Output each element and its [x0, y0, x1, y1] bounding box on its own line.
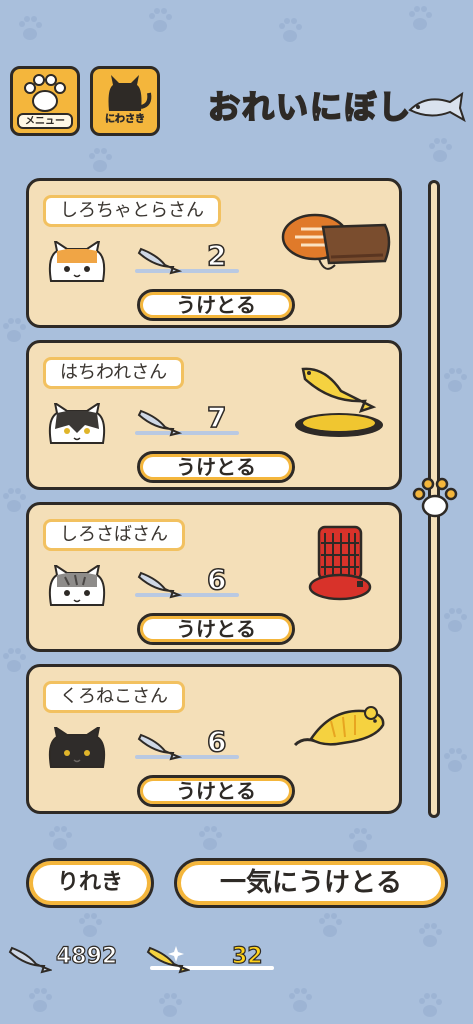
cat-silhouette-icon	[108, 75, 152, 111]
gift-card: くろねこさん 6 うけとる	[26, 664, 402, 814]
cat-name: しろちゃとらさん	[43, 195, 221, 227]
dried-fish-icon	[137, 733, 183, 761]
receive-all-button[interactable]: 一気にうけとる	[174, 858, 448, 908]
yard-button[interactable]: にわさき	[90, 66, 160, 136]
gift-card: しろちゃとらさん 2 うけとる	[26, 178, 402, 328]
receive-button[interactable]: うけとる	[137, 451, 295, 483]
receive-button[interactable]: うけとる	[137, 613, 295, 645]
dried-fish-icon	[137, 247, 183, 275]
yellow-mouse-toy-icon	[293, 706, 385, 747]
gift-card: はちわれさん 7 うけとる	[26, 340, 402, 490]
menu-button[interactable]: メニュー	[10, 66, 80, 136]
cat-face-icon	[48, 241, 106, 282]
fish-count: 7	[206, 400, 227, 435]
gold-fish-icon	[146, 946, 190, 974]
cat-name: くろねこさん	[43, 681, 185, 713]
cat-face-icon	[48, 403, 106, 444]
dried-fish-icon	[137, 409, 183, 437]
paw-icon	[24, 74, 66, 112]
fish-count: 6	[206, 724, 227, 759]
fish-count: 2	[206, 238, 227, 273]
menu-button-label: メニュー	[17, 113, 73, 129]
paw-scroll-thumb-icon[interactable]	[408, 470, 462, 524]
fish-reward: 6	[133, 724, 243, 765]
silver-fish-counter: 4892	[8, 940, 128, 976]
dried-fish-icon	[408, 91, 466, 123]
silver-fish-count: 4892	[55, 943, 118, 969]
fish-pillow-and-mat-icon	[281, 213, 391, 270]
cat-face-icon	[48, 727, 106, 768]
cat-face-icon	[48, 565, 106, 606]
gold-fish-count: 32	[231, 943, 263, 969]
receive-button[interactable]: うけとる	[137, 775, 295, 807]
receive-button[interactable]: うけとる	[137, 289, 295, 321]
gold-fish-counter: 32	[146, 940, 276, 976]
golden-fish-trophy-icon	[295, 367, 383, 437]
yard-button-label: にわさき	[105, 114, 146, 126]
fish-reward: 2	[133, 238, 243, 279]
gift-card: しろさばさん 6 うけとる	[26, 502, 402, 652]
fish-reward: 6	[133, 562, 243, 603]
silver-fish-icon	[8, 946, 52, 974]
history-button[interactable]: りれき	[26, 858, 154, 908]
page-title: おれいにぼし	[207, 87, 413, 127]
fish-count: 6	[206, 562, 227, 597]
cat-name: はちわれさん	[43, 357, 185, 389]
red-heater-icon	[308, 525, 372, 601]
dried-fish-icon	[137, 571, 183, 599]
fish-reward: 7	[133, 400, 243, 441]
cat-name: しろさばさん	[43, 519, 185, 551]
